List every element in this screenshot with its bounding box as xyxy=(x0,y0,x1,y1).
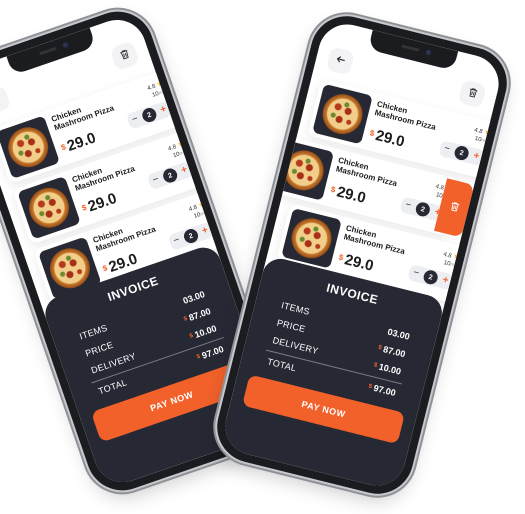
delivery-value: $10.00 xyxy=(188,323,218,340)
increase-button[interactable]: + xyxy=(441,274,449,286)
decrease-button[interactable]: − xyxy=(130,113,139,125)
pizza-image xyxy=(17,175,81,240)
total-value: $97.00 xyxy=(196,343,226,361)
trash-icon xyxy=(447,198,462,218)
items-value: 03.00 xyxy=(181,289,207,306)
items-value: 03.00 xyxy=(386,326,411,342)
quantity-value: 2 xyxy=(453,144,471,162)
items-label: ITEMS xyxy=(280,300,311,317)
total-label: TOTAL xyxy=(266,356,298,374)
phone-right: Chicken Mashroom Pizza $29.0 4.8 ★ 10min … xyxy=(209,8,515,502)
decrease-button[interactable]: − xyxy=(412,267,420,279)
total-value: $97.00 xyxy=(367,382,397,399)
quantity-value: 2 xyxy=(422,268,440,286)
quantity-value: 2 xyxy=(182,227,200,245)
quantity-stepper: − 2 + xyxy=(125,100,173,130)
quantity-value: 2 xyxy=(161,166,180,185)
arrow-left-icon xyxy=(0,92,4,109)
item-rating: 4.8 ★10min xyxy=(473,127,493,146)
star-icon: ★ xyxy=(483,127,493,138)
item-rating: 4.8 ★10min xyxy=(442,251,462,270)
trash-icon xyxy=(117,47,132,64)
quantity-value: 2 xyxy=(414,200,432,218)
items-label: ITEMS xyxy=(78,322,109,342)
price-label: PRICE xyxy=(83,339,115,359)
item-price: $29.0 xyxy=(368,127,407,151)
decrease-button[interactable]: − xyxy=(443,143,451,155)
notch xyxy=(6,27,97,76)
phone-right-screen: Chicken Mashroom Pizza $29.0 4.8 ★ 10min … xyxy=(219,18,505,492)
clear-cart-button[interactable] xyxy=(109,40,140,72)
item-name: Chicken Mashroom Pizza xyxy=(50,103,116,133)
delivery-value: $10.00 xyxy=(373,361,403,377)
total-label: TOTAL xyxy=(96,377,129,397)
quantity-stepper: − 2 + xyxy=(167,221,215,251)
increase-button[interactable]: + xyxy=(472,150,480,162)
item-rating: 4.8 ★10min xyxy=(188,198,210,220)
pizza-image xyxy=(312,83,373,145)
decrease-button[interactable]: − xyxy=(151,174,160,186)
item-price: $29.0 xyxy=(329,183,368,207)
notch xyxy=(367,29,459,71)
clear-cart-button[interactable] xyxy=(457,79,487,109)
back-button[interactable] xyxy=(0,84,12,116)
quantity-stepper: − 2 + xyxy=(146,160,194,191)
item-price: $29.0 xyxy=(59,129,99,155)
back-button[interactable] xyxy=(325,46,355,76)
quantity-value: 2 xyxy=(140,106,159,124)
trash-icon xyxy=(465,86,479,102)
item-price: $29.0 xyxy=(337,251,376,275)
item-rating: 4.8 ★10min xyxy=(167,138,189,160)
item-price: $29.0 xyxy=(80,189,119,216)
increase-button[interactable]: + xyxy=(180,164,189,176)
price-value: $87.00 xyxy=(377,344,407,360)
price-value: $87.00 xyxy=(183,306,213,323)
star-icon: ★ xyxy=(175,138,186,150)
item-rating: 4.8 ★10min xyxy=(146,77,168,99)
star-icon: ★ xyxy=(452,251,462,262)
increase-button[interactable]: + xyxy=(159,104,168,116)
price-label: PRICE xyxy=(275,317,307,335)
star-icon: ★ xyxy=(155,77,165,89)
decrease-button[interactable]: − xyxy=(172,234,181,246)
decrease-button[interactable]: − xyxy=(404,199,412,211)
pizza-image xyxy=(273,140,335,201)
pizza-image xyxy=(0,115,60,180)
increase-button[interactable]: + xyxy=(201,225,210,237)
arrow-left-icon xyxy=(333,53,347,69)
star-icon: ★ xyxy=(196,198,207,210)
invoice-panel: INVOICE ITEMS 03.00 PRICE $87.00 DELIVER… xyxy=(219,255,446,492)
pizza-image xyxy=(281,207,342,269)
